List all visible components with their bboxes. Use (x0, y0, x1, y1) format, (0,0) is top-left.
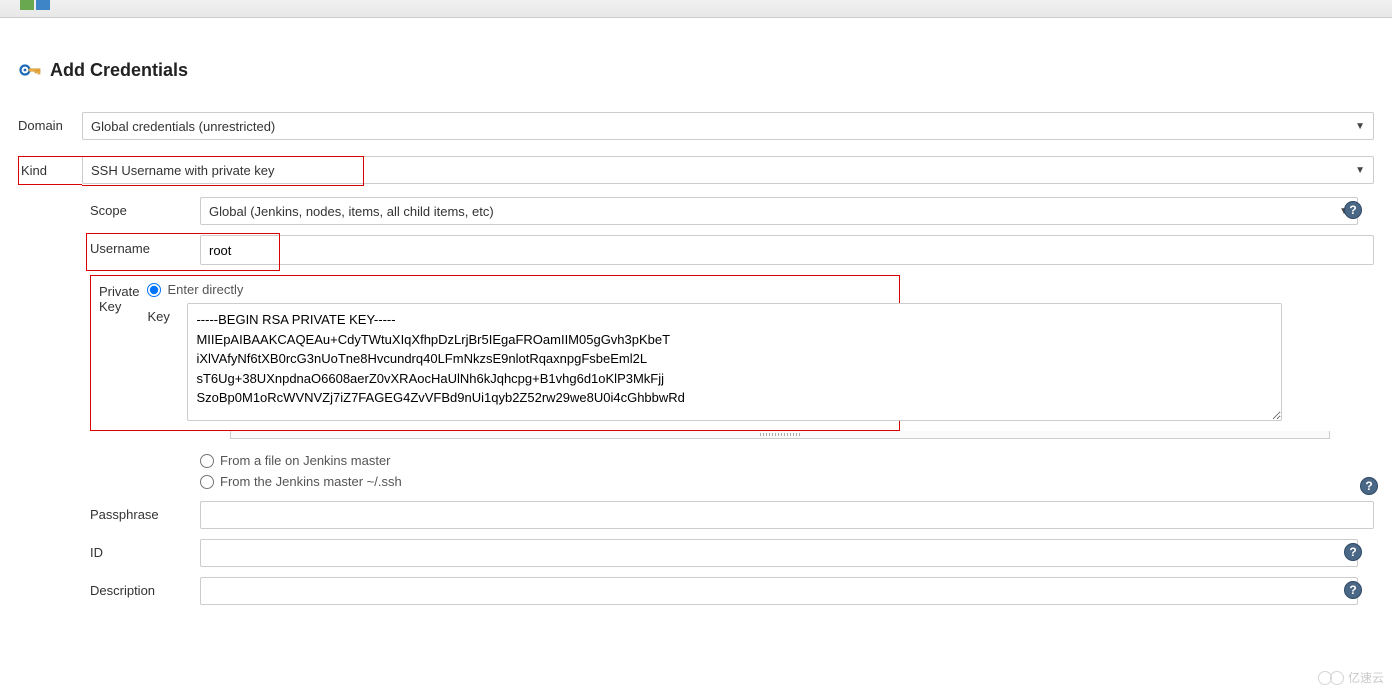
description-label: Description (90, 577, 200, 598)
username-label: Username (90, 235, 200, 265)
page-title-row: Add Credentials (18, 58, 1374, 82)
watermark-text: 亿速云 (1348, 669, 1384, 686)
watermark-icon (1330, 671, 1344, 685)
help-icon[interactable]: ? (1344, 581, 1362, 599)
watermark: 亿速云 (1318, 669, 1384, 686)
pk-key-row: Key (147, 303, 1282, 424)
pk-lower-radios: From a file on Jenkins master From the J… (200, 453, 1374, 489)
help-icon[interactable]: ? (1344, 201, 1362, 219)
kind-row: Kind SSH Username with private key ▼ (18, 156, 1374, 185)
scope-select[interactable]: Global (Jenkins, nodes, items, all child… (200, 197, 1358, 225)
private-key-label: Private Key (99, 280, 139, 424)
pk-radio-enter-directly[interactable]: Enter directly (147, 282, 1282, 297)
pk-radio-from-file[interactable]: From a file on Jenkins master (200, 453, 1354, 468)
chevron-down-icon: ▼ (1355, 121, 1365, 132)
passphrase-input[interactable] (200, 501, 1374, 529)
pk-radio-from-file-label: From a file on Jenkins master (220, 453, 391, 468)
id-label: ID (90, 539, 200, 560)
kind-details: Scope Global (Jenkins, nodes, items, all… (90, 197, 1374, 605)
id-input[interactable] (200, 539, 1358, 567)
passphrase-label: Passphrase (90, 501, 200, 522)
private-key-textarea[interactable] (187, 303, 1282, 421)
username-row: Username (90, 235, 1374, 265)
domain-select[interactable]: Global credentials (unrestricted) ▼ (82, 112, 1374, 140)
kind-value: SSH Username with private key (91, 163, 275, 178)
scope-value: Global (Jenkins, nodes, items, all child… (209, 204, 494, 219)
help-icon[interactable]: ? (1344, 543, 1362, 561)
scope-label: Scope (90, 197, 200, 218)
toolbar (0, 0, 1392, 18)
private-key-section: Private Key Enter directly Key (90, 275, 900, 431)
pk-radio-from-ssh-input[interactable] (200, 475, 214, 489)
passphrase-row: Passphrase (90, 501, 1374, 529)
description-input[interactable] (200, 577, 1358, 605)
domain-label: Domain (18, 112, 82, 133)
textarea-resize-handle[interactable] (230, 431, 1330, 439)
chevron-down-icon: ▼ (1355, 165, 1365, 176)
domain-value: Global credentials (unrestricted) (91, 119, 275, 134)
kind-label: Kind (18, 156, 82, 185)
main-content: Add Credentials Domain Global credential… (0, 18, 1392, 635)
page-title: Add Credentials (50, 60, 188, 81)
id-row: ID ? (90, 539, 1358, 567)
scope-row: Scope Global (Jenkins, nodes, items, all… (90, 197, 1358, 225)
pk-radio-from-ssh[interactable]: From the Jenkins master ~/.ssh (200, 474, 1354, 489)
pk-radio-enter-directly-input[interactable] (147, 283, 161, 297)
help-icon[interactable]: ? (1360, 477, 1378, 495)
pk-key-label: Key (147, 303, 177, 424)
kind-select[interactable]: SSH Username with private key ▼ (82, 156, 1374, 184)
credentials-key-icon (18, 58, 42, 82)
pk-radio-enter-directly-label: Enter directly (167, 282, 243, 297)
username-input[interactable] (200, 235, 1374, 265)
description-row: Description ? (90, 577, 1358, 605)
domain-row: Domain Global credentials (unrestricted)… (18, 112, 1374, 140)
toolbar-icon-1 (20, 0, 34, 10)
toolbar-icon-2 (36, 0, 50, 10)
pk-radio-from-file-input[interactable] (200, 454, 214, 468)
pk-radio-from-ssh-label: From the Jenkins master ~/.ssh (220, 474, 402, 489)
